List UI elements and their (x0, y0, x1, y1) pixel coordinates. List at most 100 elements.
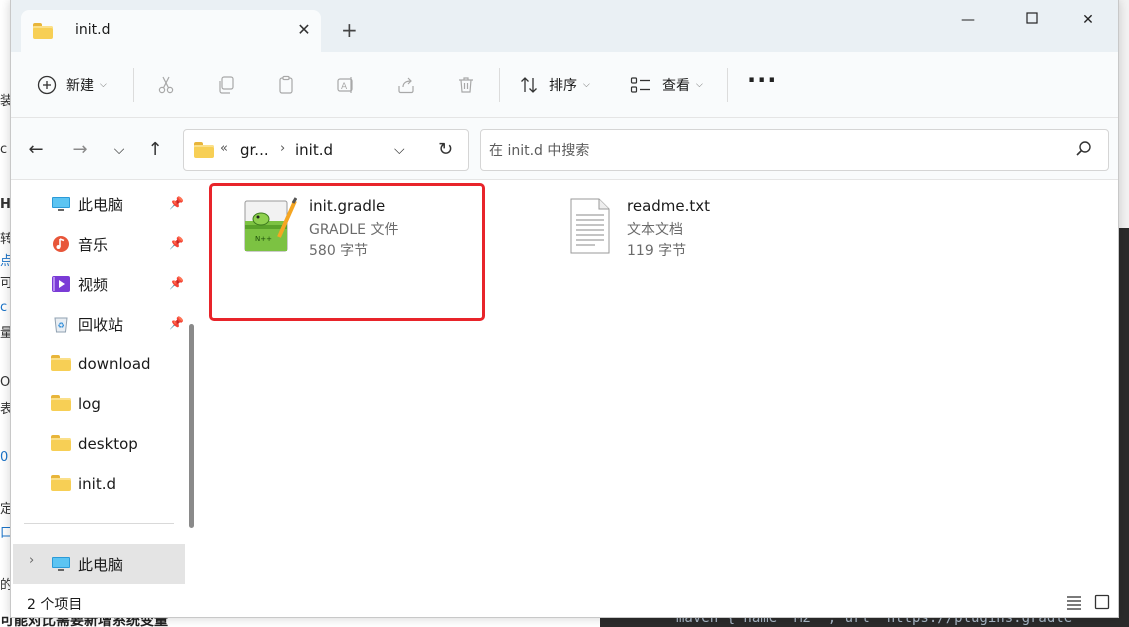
large-icons-view-button[interactable] (1094, 594, 1110, 614)
copy-button[interactable] (216, 70, 236, 100)
sidebar-item-desktop[interactable]: desktop (51, 429, 138, 459)
notepad-plus-plus-icon: N++ (244, 197, 297, 252)
rename-button[interactable]: A (336, 70, 356, 100)
pin-icon[interactable]: 📌 (169, 236, 184, 250)
title-bar: init.d ✕ + — ✕ (11, 0, 1118, 52)
recent-locations-button[interactable]: ⌵ (107, 138, 131, 162)
monitor-icon (51, 195, 71, 213)
sort-button[interactable]: 排序 ⌵ (519, 70, 590, 100)
sidebar-item-label: 此电脑 (78, 195, 124, 214)
toolbar-divider (499, 68, 500, 102)
svg-text:♻: ♻ (58, 321, 65, 330)
chevron-down-icon: ⌵ (696, 80, 703, 90)
sidebar-item-label: 回收站 (78, 315, 124, 334)
details-view-button[interactable] (1066, 594, 1082, 614)
search-box[interactable] (480, 129, 1109, 171)
search-input[interactable] (489, 140, 1049, 162)
sort-button-label: 排序 (549, 78, 577, 94)
sidebar-item-download[interactable]: download (51, 349, 151, 379)
close-window-button[interactable]: ✕ (1065, 10, 1111, 30)
file-size: 119 字节 (627, 243, 687, 259)
cut-button[interactable] (156, 70, 176, 100)
sidebar-divider (24, 523, 174, 524)
breadcrumb-init-d[interactable]: init.d (295, 141, 333, 159)
breadcrumb-gradle[interactable]: gr... (240, 141, 269, 159)
search-icon[interactable] (1075, 140, 1093, 158)
sidebar-item-music[interactable]: 音乐 (51, 229, 108, 259)
maximize-icon (1026, 12, 1038, 24)
folder-icon (51, 475, 71, 493)
svg-text:A: A (341, 82, 348, 92)
tab-init-d[interactable]: init.d ✕ (21, 10, 321, 52)
pin-icon[interactable]: 📌 (169, 276, 184, 290)
sidebar-item-label: desktop (78, 435, 138, 453)
share-icon (398, 77, 414, 94)
delete-button[interactable] (456, 70, 476, 100)
chevron-down-icon: ⌵ (583, 80, 590, 90)
folder-icon (51, 435, 71, 453)
command-bar: 新建 ⌵ A 排序 ⌵ 查看 ⌵ ··· (11, 52, 1118, 118)
file-item-readme-txt[interactable]: readme.txt 文本文档 119 字节 (565, 197, 805, 277)
sidebar-item-this-pc-root-label[interactable]: 此电脑 (51, 549, 123, 579)
sidebar-item-label: 此电脑 (78, 555, 124, 574)
sidebar-item-this-pc[interactable]: 此电脑 (51, 189, 123, 219)
share-button[interactable] (396, 70, 416, 100)
sidebar-item-label: init.d (78, 475, 117, 493)
sidebar-scrollbar[interactable] (189, 324, 194, 528)
svg-text:N++: N++ (255, 235, 272, 243)
video-icon (51, 275, 71, 293)
sidebar-item-init-d[interactable]: init.d (51, 469, 116, 499)
tab-title: init.d (75, 22, 111, 38)
clipboard-icon (279, 75, 293, 94)
file-size: 580 字节 (309, 243, 369, 259)
maximize-button[interactable] (1009, 10, 1055, 30)
chevron-down-icon: ⌵ (100, 80, 107, 90)
chevron-right-icon[interactable]: › (29, 553, 34, 568)
sidebar-item-label: 音乐 (78, 235, 109, 254)
sidebar-item-video[interactable]: 视频 (51, 269, 108, 299)
refresh-icon[interactable]: ↻ (438, 139, 453, 160)
music-icon (51, 235, 71, 253)
file-type: 文本文档 (627, 222, 683, 238)
toolbar-divider (727, 68, 728, 102)
close-tab-icon[interactable]: ✕ (293, 19, 315, 41)
bg-char: O (0, 375, 11, 390)
file-item-init-gradle[interactable]: N++ init.gradle GRADLE 文件 580 字节 (241, 197, 481, 277)
new-button[interactable]: 新建 ⌵ (37, 70, 107, 100)
sort-icon (521, 77, 537, 93)
file-name: init.gradle (309, 197, 386, 215)
forward-button[interactable]: → (68, 138, 92, 162)
new-tab-button[interactable]: + (341, 20, 358, 40)
folder-icon (51, 355, 71, 373)
address-bar[interactable]: « gr... › init.d ⌵ ↻ (183, 129, 469, 171)
up-button[interactable]: ↑ (143, 138, 167, 162)
sidebar-item-recycle-bin[interactable]: ♻ 回收站 (51, 309, 123, 339)
view-button-label: 查看 (662, 78, 690, 94)
plus-circle-icon (37, 75, 57, 95)
breadcrumb-overflow[interactable]: « (220, 141, 228, 156)
file-list: N++ init.gradle GRADLE 文件 580 字节 readme.… (205, 181, 1118, 589)
minimize-button[interactable]: — (945, 10, 991, 30)
sidebar-item-label: download (78, 355, 151, 373)
sidebar-item-log[interactable]: log (51, 389, 101, 419)
address-dropdown-icon[interactable]: ⌵ (394, 142, 405, 158)
folder-icon (194, 142, 214, 158)
more-options-button[interactable]: ··· (747, 66, 777, 94)
copy-icon (219, 76, 234, 94)
back-button[interactable]: ← (24, 138, 48, 162)
rename-icon: A (337, 77, 353, 93)
navigation-bar: ← → ⌵ ↑ « gr... › init.d ⌵ ↻ (11, 118, 1118, 180)
breadcrumb-chevron-icon: › (280, 141, 286, 156)
new-button-label: 新建 (66, 78, 94, 94)
folder-icon (33, 23, 53, 39)
view-button[interactable]: 查看 ⌵ (630, 70, 703, 100)
paste-button[interactable] (276, 70, 296, 100)
scissors-icon (158, 76, 174, 94)
pin-icon[interactable]: 📌 (169, 196, 184, 210)
item-count: 2 个项目 (27, 597, 83, 613)
file-explorer-window: init.d ✕ + — ✕ 新建 ⌵ A 排序 ⌵ 查看 ⌵ ··· ← → … (10, 0, 1119, 618)
pin-icon[interactable]: 📌 (169, 316, 184, 330)
details-view-icon (1067, 596, 1081, 610)
folder-icon (51, 395, 71, 413)
large-icons-view-icon (1094, 594, 1110, 610)
